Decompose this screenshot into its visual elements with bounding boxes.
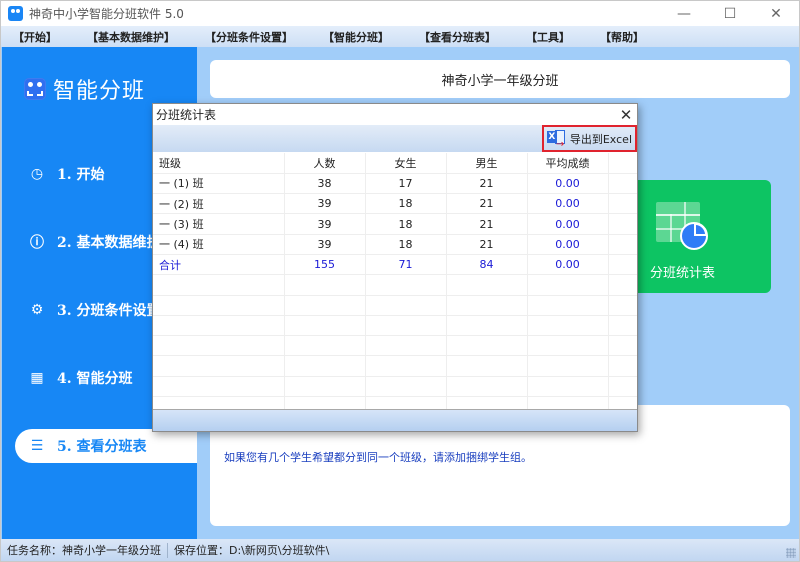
window-title: 神奇中小学智能分班软件 5.0 — [29, 7, 184, 21]
cell-total-boys: 84 — [446, 254, 528, 276]
cell-average: 0.00 — [527, 234, 609, 255]
menu-basic-data[interactable]: 【基本数据维护】 — [78, 29, 184, 45]
cell-empty — [608, 213, 637, 235]
table-row[interactable]: 一 (2) 班 39 18 21 0.00 — [153, 193, 637, 215]
title-bar: 神奇中小学智能分班软件 5.0 — ☐ ✕ — [0, 0, 800, 26]
column-header[interactable]: 平均成绩 — [527, 153, 609, 174]
cell-total-label: 合计 — [153, 254, 285, 276]
excel-export-icon: X → — [546, 129, 565, 150]
menu-start[interactable]: 【开始】 — [4, 29, 66, 45]
sidebar-item-label: 4. 智能分班 — [57, 371, 133, 387]
brand: 智能分班 — [24, 73, 145, 105]
minimize-button[interactable]: — — [661, 1, 707, 27]
stats-table: 班级 人数 女生 男生 平均成绩 一 (1) 班 38 17 21 0.00 一… — [153, 153, 637, 411]
dialog-close-button[interactable]: ✕ — [615, 106, 637, 124]
column-header[interactable]: 班级 — [153, 153, 285, 174]
cell-girls: 18 — [365, 234, 447, 255]
calculator-icon: ▦ — [30, 370, 44, 386]
brand-logo-icon — [24, 78, 46, 100]
menu-conditions[interactable]: 【分班条件设置】 — [196, 29, 302, 45]
brand-title: 智能分班 — [53, 79, 146, 104]
cell-class: 一 (4) 班 — [153, 234, 285, 255]
menu-tools[interactable]: 【工具】 — [517, 29, 579, 45]
cell-total-girls: 71 — [365, 254, 447, 276]
cell-boys: 21 — [446, 193, 528, 215]
table-row[interactable]: 一 (4) 班 39 18 21 0.00 — [153, 234, 637, 255]
tip-text: 如果您有几个学生希望都分到同一个班级，请添加捆绑学生组。 — [224, 451, 532, 464]
export-excel-button[interactable]: X → 导出到Excel — [541, 125, 637, 152]
cell-boys: 21 — [446, 213, 528, 235]
cell-empty — [608, 193, 637, 215]
menu-smart-divide[interactable]: 【智能分班】 — [314, 29, 398, 45]
cell-count: 39 — [284, 234, 366, 255]
dialog-title-bar: 分班统计表 ✕ — [153, 104, 637, 125]
cell-girls: 18 — [365, 193, 447, 215]
cell-total-count: 155 — [284, 254, 366, 276]
cell-class: 一 (2) 班 — [153, 193, 285, 215]
dialog-toolbar: X → 导出到Excel — [153, 125, 637, 152]
app-icon — [8, 6, 23, 21]
cell-count: 38 — [284, 173, 366, 195]
empty-row — [153, 295, 637, 316]
sidebar-item-view-table[interactable]: ☰ 5. 查看分班表 — [15, 429, 197, 463]
table-total-row[interactable]: 合计 155 71 84 0.00 — [153, 254, 637, 276]
status-bar: 任务名称：神奇小学一年级分班 保存位置：D:\新网页\分班软件\ — [0, 539, 800, 562]
sidebar-item-label: 2. 基本数据维护 — [57, 235, 161, 251]
cell-average: 0.00 — [527, 173, 609, 195]
resize-grip-icon[interactable] — [786, 548, 796, 558]
cell-average: 0.00 — [527, 193, 609, 215]
empty-row — [153, 274, 637, 296]
column-header[interactable]: 人数 — [284, 153, 366, 174]
gear-icon: ⚙ — [30, 302, 44, 318]
cell-total-average: 0.00 — [527, 254, 609, 276]
page-title: 神奇小学一年级分班 — [210, 60, 790, 98]
class-stats-card[interactable]: 分班统计表 — [638, 180, 771, 293]
dialog-status-bar — [153, 409, 637, 431]
table-chart-icon — [656, 202, 708, 250]
table-row[interactable]: 一 (1) 班 38 17 21 0.00 — [153, 173, 637, 195]
cell-boys: 21 — [446, 173, 528, 195]
menu-view-table[interactable]: 【查看分班表】 — [410, 29, 505, 45]
empty-row — [153, 376, 637, 398]
sidebar-item-label: 3. 分班条件设置 — [57, 303, 161, 319]
class-stats-dialog: 分班统计表 ✕ X → 导出到Excel 班级 人数 女生 男生 平均成绩 一 … — [152, 103, 638, 432]
cell-class: 一 (1) 班 — [153, 173, 285, 195]
cell-class: 一 (3) 班 — [153, 213, 285, 235]
menu-help[interactable]: 【帮助】 — [591, 29, 653, 45]
cell-empty — [608, 234, 637, 255]
cell-count: 39 — [284, 193, 366, 215]
class-stats-label: 分班统计表 — [650, 266, 716, 281]
sidebar-item-label: 5. 查看分班表 — [57, 439, 147, 455]
dialog-title: 分班统计表 — [156, 108, 217, 122]
cell-girls: 17 — [365, 173, 447, 195]
close-button[interactable]: ✕ — [753, 1, 799, 27]
cell-empty — [608, 254, 637, 276]
list-search-icon: ☰ — [30, 438, 44, 454]
table-row[interactable]: 一 (3) 班 39 18 21 0.00 — [153, 213, 637, 235]
info-circle-icon: ⓘ — [30, 235, 44, 251]
save-path-status: 保存位置：D:\新网页\分班软件\ — [174, 544, 330, 557]
column-header — [608, 153, 637, 174]
menu-bar: 【开始】 【基本数据维护】 【分班条件设置】 【智能分班】 【查看分班表】 【工… — [0, 26, 800, 47]
empty-row — [153, 355, 637, 377]
cell-average: 0.00 — [527, 213, 609, 235]
cell-girls: 18 — [365, 213, 447, 235]
cell-boys: 21 — [446, 234, 528, 255]
table-header-row: 班级 人数 女生 男生 平均成绩 — [153, 153, 637, 174]
empty-row — [153, 335, 637, 357]
cell-empty — [608, 173, 637, 195]
maximize-button[interactable]: ☐ — [707, 1, 753, 27]
task-name-status: 任务名称：神奇小学一年级分班 — [7, 544, 161, 557]
play-circle-icon: ◷ — [30, 166, 44, 182]
export-excel-label: 导出到Excel — [569, 132, 632, 146]
cell-count: 39 — [284, 213, 366, 235]
sidebar-item-label: 1. 开始 — [57, 167, 105, 183]
column-header[interactable]: 女生 — [365, 153, 447, 174]
column-header[interactable]: 男生 — [446, 153, 528, 174]
empty-row — [153, 315, 637, 337]
